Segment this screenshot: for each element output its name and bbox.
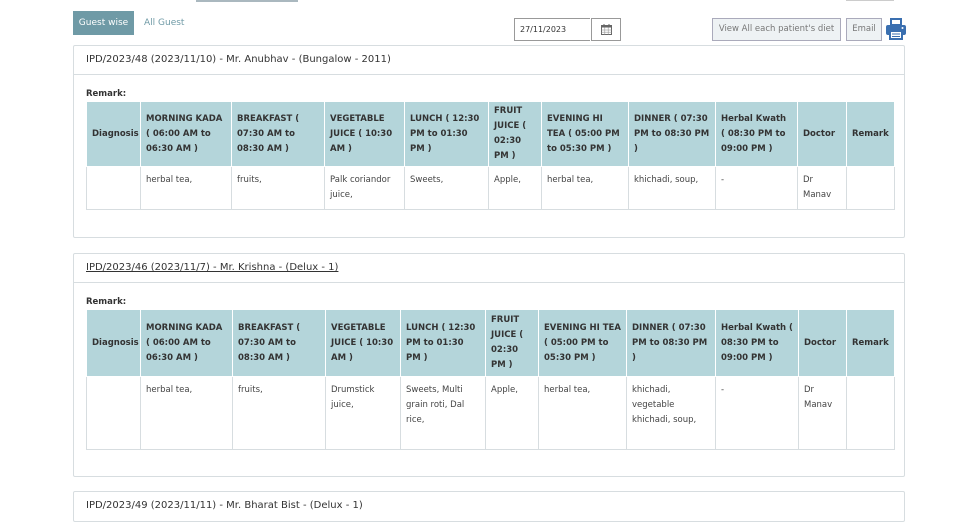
cell-fruit-juice: Apple,: [488, 166, 542, 210]
cell-dinner: khichadi, soup,: [628, 166, 716, 210]
cell-doctor: Dr Manav: [798, 376, 847, 450]
cell-lunch: Sweets, Multi grain roti, Dal rice,: [400, 376, 486, 450]
col-dinner: DINNER ( 07:30 PM to 08:30 PM ): [628, 101, 716, 167]
col-morning-kada: MORNING KADA ( 06:00 AM to 06:30 AM ): [140, 309, 233, 377]
col-fruit-juice: FRUIT JUICE ( 02:30 PM ): [488, 101, 542, 167]
view-all-diet-button[interactable]: View All each patient's diet: [712, 18, 841, 41]
cell-vegetable-juice: Palk coriandor juice,: [324, 166, 405, 210]
col-breakfast: BREAKFAST ( 07:30 AM to 08:30 AM ): [231, 101, 325, 167]
cell-fruit-juice: Apple,: [485, 376, 539, 450]
col-lunch: LUNCH ( 12:30 PM to 01:30 PM ): [400, 309, 486, 377]
cell-diagnosis: [86, 166, 141, 210]
print-icon[interactable]: [885, 17, 907, 41]
col-diagnosis: Diagnosis: [86, 101, 141, 167]
col-breakfast: BREAKFAST ( 07:30 AM to 08:30 AM ): [232, 309, 326, 377]
table-row: herbal tea, fruits, Palk coriandor juice…: [86, 166, 895, 210]
col-remark: Remark: [846, 309, 895, 377]
col-herbal-kwath: Herbal Kwath ( 08:30 PM to 09:00 PM ): [715, 101, 798, 167]
remark-label: Remark:: [86, 297, 127, 307]
patient-panel: IPD/2023/46 (2023/11/7) - Mr. Krishna - …: [73, 253, 905, 477]
cell-doctor: Dr Manav: [797, 166, 847, 210]
cell-herbal-kwath: -: [715, 166, 798, 210]
col-dinner: DINNER ( 07:30 PM to 08:30 PM ): [626, 309, 716, 377]
col-doctor: Doctor: [798, 309, 847, 377]
col-lunch: LUNCH ( 12:30 PM to 01:30 PM ): [404, 101, 489, 167]
cell-herbal-kwath: -: [715, 376, 799, 450]
patient-panel: IPD/2023/48 (2023/11/10) - Mr. Anubhav -…: [73, 45, 905, 238]
cell-morning-kada: herbal tea,: [140, 166, 232, 210]
diet-table: Diagnosis MORNING KADA ( 06:00 AM to 06:…: [86, 101, 895, 210]
cell-dinner: khichadi, vegetable khichadi, soup,: [626, 376, 716, 450]
table-row: herbal tea, fruits, Drumstick juice, Swe…: [86, 376, 895, 450]
diet-table: Diagnosis MORNING KADA ( 06:00 AM to 06:…: [86, 309, 895, 450]
heading-underline: [196, 0, 298, 2]
patient-panel: IPD/2023/49 (2023/11/11) - Mr. Bharat Bi…: [73, 491, 905, 522]
cell-vegetable-juice: Drumstick juice,: [325, 376, 401, 450]
col-diagnosis: Diagnosis: [86, 309, 141, 377]
calendar-icon: [600, 24, 612, 35]
col-evening-hi-tea: EVENING HI TEA ( 05:00 PM to 05:30 PM ): [538, 309, 627, 377]
tab-all-guest[interactable]: All Guest: [144, 11, 184, 35]
cell-breakfast: fruits,: [231, 166, 325, 210]
patient-panel-title[interactable]: IPD/2023/49 (2023/11/11) - Mr. Bharat Bi…: [74, 492, 904, 520]
cell-diagnosis: [86, 376, 141, 450]
patient-panel-title[interactable]: IPD/2023/46 (2023/11/7) - Mr. Krishna - …: [74, 254, 904, 283]
cell-evening-hi-tea: herbal tea,: [541, 166, 629, 210]
top-divider: [846, 0, 894, 1]
calendar-button[interactable]: [591, 18, 621, 41]
cell-lunch: Sweets,: [404, 166, 489, 210]
cell-breakfast: fruits,: [232, 376, 326, 450]
cell-remark: [846, 376, 895, 450]
remark-label: Remark:: [86, 89, 127, 99]
col-doctor: Doctor: [797, 101, 847, 167]
email-button[interactable]: Email: [846, 18, 882, 41]
cell-remark: [846, 166, 895, 210]
col-vegetable-juice: VEGETABLE JUICE ( 10:30 AM ): [325, 309, 401, 377]
table-header-row: Diagnosis MORNING KADA ( 06:00 AM to 06:…: [86, 309, 895, 377]
col-evening-hi-tea: EVENING HI TEA ( 05:00 PM to 05:30 PM ): [541, 101, 629, 167]
col-fruit-juice: FRUIT JUICE ( 02:30 PM ): [485, 309, 539, 377]
col-vegetable-juice: VEGETABLE JUICE ( 10:30 AM ): [324, 101, 405, 167]
patient-panel-title[interactable]: IPD/2023/48 (2023/11/10) - Mr. Anubhav -…: [74, 46, 904, 75]
date-input[interactable]: 27/11/2023: [514, 18, 590, 41]
table-header-row: Diagnosis MORNING KADA ( 06:00 AM to 06:…: [86, 101, 895, 167]
col-herbal-kwath: Herbal Kwath ( 08:30 PM to 09:00 PM ): [715, 309, 799, 377]
col-remark: Remark: [846, 101, 895, 167]
col-morning-kada: MORNING KADA ( 06:00 AM to 06:30 AM ): [140, 101, 232, 167]
tab-guest-wise[interactable]: Guest wise: [73, 11, 134, 35]
cell-morning-kada: herbal tea,: [140, 376, 233, 450]
cell-evening-hi-tea: herbal tea,: [538, 376, 627, 450]
